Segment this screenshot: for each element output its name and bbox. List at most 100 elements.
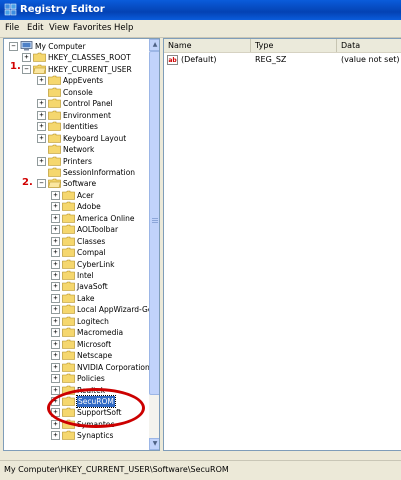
- tree-item-control-panel[interactable]: + Control Panel: [4, 98, 149, 109]
- tree-item-intel[interactable]: + Intel: [4, 270, 149, 281]
- scroll-up-arrow-icon[interactable]: ▲: [149, 39, 159, 51]
- expand-icon[interactable]: +: [51, 190, 60, 200]
- column-header-type[interactable]: Type: [251, 39, 337, 52]
- scroll-down-arrow-icon[interactable]: ▼: [149, 438, 159, 450]
- list-item[interactable]: ab (Default) REG_SZ (value not set): [164, 54, 401, 66]
- expand-icon[interactable]: +: [51, 362, 60, 372]
- tree-item-nvidia-corporation[interactable]: + NVIDIA Corporation: [4, 362, 150, 373]
- expand-icon[interactable]: +: [51, 339, 60, 349]
- folder-icon: [48, 156, 61, 166]
- menu-bar: File Edit View Favorites Help: [0, 20, 401, 38]
- value-name: (Default): [181, 55, 217, 64]
- folder-icon: [48, 76, 61, 86]
- menu-help[interactable]: Help: [114, 23, 133, 33]
- tree-item-network[interactable]: Network: [4, 144, 149, 155]
- expand-icon[interactable]: +: [37, 122, 46, 132]
- menu-view[interactable]: View: [49, 23, 69, 33]
- tree-item-microsoft[interactable]: + Microsoft: [4, 339, 149, 350]
- tree-item-cyberlink[interactable]: + CyberLink: [4, 259, 149, 270]
- tree-item-label: Identities: [63, 122, 98, 132]
- column-header-data[interactable]: Data: [337, 39, 401, 52]
- expand-icon[interactable]: +: [51, 385, 60, 395]
- list-header: Name Type Data: [164, 39, 401, 53]
- collapse-icon[interactable]: −: [9, 42, 18, 51]
- expand-icon[interactable]: +: [51, 316, 60, 326]
- collapse-icon[interactable]: −: [37, 179, 46, 189]
- expand-icon[interactable]: +: [37, 110, 46, 120]
- expand-icon[interactable]: +: [51, 351, 60, 361]
- expand-icon[interactable]: +: [37, 133, 46, 143]
- expand-icon[interactable]: +: [51, 259, 60, 269]
- tree-item-policies[interactable]: + Policies: [4, 373, 149, 384]
- menu-file[interactable]: File: [5, 23, 19, 33]
- tree-item-javasoft[interactable]: + JavaSoft: [4, 281, 149, 292]
- tree-item-classes[interactable]: + Classes: [4, 236, 149, 247]
- tree-item-acer[interactable]: + Acer: [4, 190, 149, 201]
- tree-item-compal[interactable]: + Compal: [4, 247, 149, 258]
- expand-icon[interactable]: +: [51, 236, 60, 246]
- annotation-step-1: 1.: [10, 61, 21, 72]
- expand-icon[interactable]: +: [37, 76, 46, 86]
- expand-icon[interactable]: +: [37, 156, 46, 166]
- folder-icon: [48, 144, 61, 154]
- expand-icon[interactable]: +: [51, 213, 60, 223]
- tree-item-label: Policies: [77, 374, 105, 384]
- tree-item-label: AppEvents: [63, 76, 104, 86]
- tree-item-label: Adobe: [77, 202, 101, 212]
- tree-item-printers[interactable]: + Printers: [4, 156, 149, 167]
- folder-icon: [48, 133, 61, 143]
- folder-icon: [62, 430, 75, 441]
- tree-item-aoltoolbar[interactable]: + AOLToolbar: [4, 224, 149, 235]
- tree-root-my-computer[interactable]: − My Computer: [4, 41, 149, 52]
- tree-item-local-appwizard-ge[interactable]: + Local AppWizard-Ge: [4, 304, 152, 315]
- folder-icon: [62, 236, 75, 246]
- folder-icon: [48, 110, 61, 120]
- folder-icon: [48, 167, 61, 177]
- tree-item-label: CyberLink: [77, 259, 115, 269]
- window-title: Registry Editor: [20, 4, 105, 15]
- tree-item-hkey_classes_root[interactable]: + HKEY_CLASSES_ROOT: [4, 52, 149, 63]
- folder-icon: [62, 350, 75, 360]
- expand-icon[interactable]: +: [51, 293, 60, 303]
- tree-item-label: AOLToolbar: [77, 225, 119, 235]
- expand-icon[interactable]: +: [22, 53, 31, 63]
- menu-favorites[interactable]: Favorites: [73, 23, 111, 33]
- column-header-name[interactable]: Name: [164, 39, 251, 52]
- menu-edit[interactable]: Edit: [27, 23, 43, 33]
- tree-item-lake[interactable]: + Lake: [4, 293, 149, 304]
- tree-item-keyboard-layout[interactable]: + Keyboard Layout: [4, 133, 149, 144]
- tree-item-logitech[interactable]: + Logitech: [4, 316, 149, 327]
- tree-item-hkey_current_user[interactable]: − HKEY_CURRENT_USER: [4, 64, 149, 75]
- folder-icon: [48, 179, 61, 189]
- tree-item-netscape[interactable]: + Netscape: [4, 350, 149, 361]
- expand-icon[interactable]: +: [51, 305, 60, 315]
- folder-icon: [62, 270, 75, 280]
- tree-vertical-scrollbar[interactable]: ▲ ▼: [149, 39, 159, 450]
- expand-icon[interactable]: +: [51, 225, 60, 235]
- expand-icon[interactable]: +: [51, 248, 60, 258]
- expand-icon[interactable]: +: [51, 431, 60, 441]
- expand-icon[interactable]: +: [51, 282, 60, 292]
- tree-item-label: SessionInformation: [63, 167, 136, 177]
- expand-icon[interactable]: +: [51, 374, 60, 384]
- folder-icon: [48, 121, 61, 131]
- expand-icon[interactable]: +: [51, 328, 60, 338]
- expand-icon[interactable]: +: [51, 271, 60, 280]
- tree-item-label: Macromedia: [77, 328, 124, 338]
- tree-item-environment[interactable]: + Environment: [4, 110, 149, 121]
- folder-icon: [62, 224, 75, 234]
- tree-item-macromedia[interactable]: + Macromedia: [4, 327, 149, 338]
- values-list-pane[interactable]: Name Type Data ab (Default) REG_SZ (valu…: [163, 38, 401, 451]
- expand-icon[interactable]: +: [37, 99, 46, 109]
- tree-item-identities[interactable]: + Identities: [4, 121, 149, 132]
- tree-item-america-online[interactable]: + America Online: [4, 213, 149, 224]
- tree-item-appevents[interactable]: + AppEvents: [4, 75, 149, 86]
- folder-icon: [33, 53, 46, 63]
- tree-item-synaptics[interactable]: + Synaptics: [4, 430, 149, 441]
- tree-item-console[interactable]: Console: [4, 87, 149, 98]
- tree-item-label: Network: [63, 145, 95, 155]
- tree-item-adobe[interactable]: + Adobe: [4, 201, 149, 212]
- collapse-icon[interactable]: −: [22, 64, 31, 74]
- scroll-thumb[interactable]: [149, 51, 159, 395]
- expand-icon[interactable]: +: [51, 202, 60, 212]
